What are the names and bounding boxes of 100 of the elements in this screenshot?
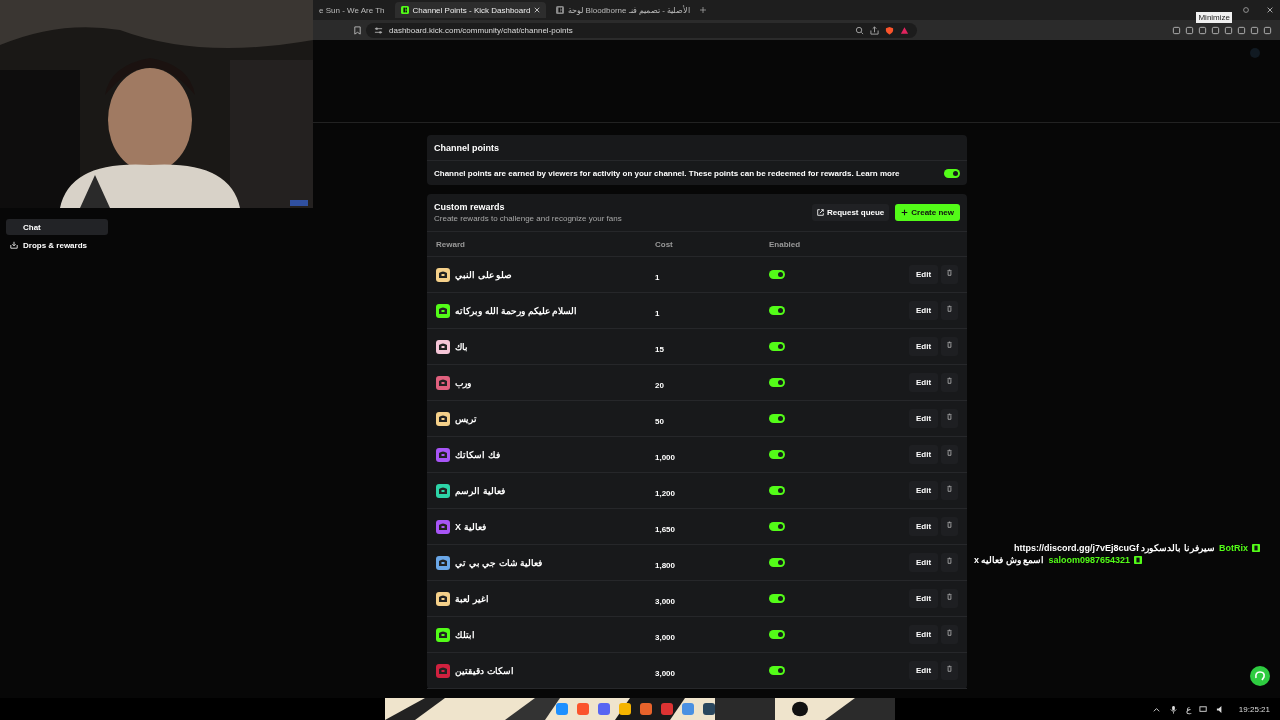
- column-header: Cost: [655, 239, 674, 249]
- reward-name: السلام عليكم ورحمة الله وبركاته: [455, 305, 577, 316]
- share-icon[interactable]: [870, 25, 879, 35]
- language-indicator[interactable]: ع: [1185, 704, 1191, 714]
- toggle-switch[interactable]: [769, 666, 785, 675]
- reward-cost: 3,000: [655, 596, 676, 606]
- chat-message: سيرفرنا بالدسكورد https://discord.gg/j7vEj8cuGf: [1013, 543, 1215, 553]
- reward-name: تريس: [455, 413, 477, 424]
- chat-username: BotRix: [1219, 543, 1248, 553]
- request-queue-button[interactable]: Request queue: [811, 204, 890, 221]
- app-icon[interactable]: [702, 702, 716, 716]
- column-header: Enabled: [769, 239, 802, 249]
- triangle-icon[interactable]: [900, 25, 909, 35]
- toggle-switch[interactable]: [769, 522, 785, 531]
- reward-name: فعالية شات جي بي تي: [455, 557, 542, 568]
- external-link-icon: [816, 209, 824, 216]
- toggle-switch[interactable]: [769, 486, 785, 495]
- delete-button[interactable]: [941, 661, 959, 680]
- delete-button[interactable]: [941, 445, 959, 464]
- clock[interactable]: 19:25:21: [1238, 704, 1270, 714]
- browser-tab[interactable]: لوحة Bloodborne الأصلية - تصميم فنـ: [550, 2, 697, 18]
- edit-button[interactable]: Edit: [909, 265, 939, 284]
- trash-icon: [946, 557, 954, 564]
- close-icon[interactable]: [1266, 6, 1274, 14]
- reward-cost: 1,000: [655, 452, 676, 462]
- edit-button[interactable]: Edit: [909, 661, 939, 680]
- delete-button[interactable]: [941, 373, 959, 392]
- sidebar-item[interactable]: Drops & rewards: [6, 237, 108, 253]
- reward-cost: 1: [655, 308, 660, 318]
- reward-cost: 1,650: [655, 524, 676, 534]
- toggle-switch[interactable]: [769, 342, 785, 351]
- column-header: Reward: [436, 239, 466, 249]
- edit-button[interactable]: Edit: [909, 445, 939, 464]
- toggle-switch[interactable]: [769, 270, 785, 279]
- delete-button[interactable]: [941, 265, 959, 284]
- edit-button[interactable]: Edit: [909, 481, 939, 500]
- edit-button[interactable]: Edit: [909, 409, 939, 428]
- reward-name: اسكات دقيقتين: [455, 665, 514, 676]
- site-info-icon[interactable]: [374, 25, 383, 35]
- browser-tab[interactable]: e Sun - We Are Th: [313, 2, 391, 18]
- close-icon[interactable]: [534, 7, 541, 13]
- delete-button[interactable]: [941, 589, 959, 608]
- chat-icon[interactable]: [1250, 666, 1270, 686]
- edit-button[interactable]: Edit: [909, 589, 939, 608]
- tooltip: Minimize: [1196, 11, 1232, 23]
- toggle-switch[interactable]: [944, 168, 960, 178]
- reward-name: اغير لعبة: [455, 593, 489, 604]
- edit-button[interactable]: Edit: [909, 337, 939, 356]
- section-title: Channel points: [434, 142, 499, 153]
- reward-name: صلو على النبي: [455, 269, 512, 280]
- toggle-switch[interactable]: [769, 450, 785, 459]
- description-text: Channel points are earned by viewers for activity on your channel. These points can be redeemed for rewards. Learn more: [434, 168, 901, 178]
- edit-button[interactable]: Edit: [909, 517, 939, 536]
- trash-icon: [946, 305, 954, 312]
- delete-button[interactable]: [941, 553, 959, 572]
- microphone-icon[interactable]: [1168, 704, 1178, 714]
- trash-icon: [946, 521, 954, 528]
- edit-button[interactable]: Edit: [909, 625, 939, 644]
- badge-icon: [1134, 556, 1142, 564]
- toggle-switch[interactable]: [769, 378, 785, 387]
- toggle-switch[interactable]: [769, 306, 785, 315]
- new-tab-icon[interactable]: [700, 7, 707, 13]
- reward-name: فعالية X: [455, 521, 486, 532]
- trash-icon: [946, 593, 954, 600]
- reward-name: فعالية الرسم: [455, 485, 505, 496]
- badge-icon: [1252, 544, 1260, 552]
- reward-cost: 50: [655, 416, 664, 426]
- section-title: Custom rewards: [434, 202, 506, 212]
- chat-username: saloom0987654321: [1048, 555, 1130, 565]
- sidebar-item[interactable]: Chat: [6, 219, 108, 235]
- toggle-switch[interactable]: [769, 414, 785, 423]
- reward-cost: 3,000: [655, 668, 676, 678]
- reward-cost: 20: [655, 380, 664, 390]
- learn-more-link[interactable]: Learn more: [855, 168, 900, 178]
- browser-tab[interactable]: Channel Points - Kick Dashboard: [394, 2, 547, 18]
- edit-button[interactable]: Edit: [909, 553, 939, 572]
- edit-button[interactable]: Edit: [909, 373, 939, 392]
- toggle-switch[interactable]: [769, 558, 785, 567]
- address-field[interactable]: dashboard.kick.com/community/chat/channel-points: [366, 22, 917, 38]
- trash-icon: [946, 485, 954, 492]
- trash-icon: [946, 449, 954, 456]
- create-new-button[interactable]: Create new: [895, 204, 960, 221]
- delete-button[interactable]: [941, 481, 959, 500]
- toggle-switch[interactable]: [769, 594, 785, 603]
- reward-name: باك: [455, 341, 468, 352]
- delete-button[interactable]: [941, 625, 959, 644]
- trash-icon: [946, 665, 954, 672]
- delete-button[interactable]: [941, 409, 959, 428]
- toggle-switch[interactable]: [769, 630, 785, 639]
- trash-icon: [946, 413, 954, 420]
- delete-button[interactable]: [941, 517, 959, 536]
- zoom-icon[interactable]: [855, 25, 864, 35]
- bookmark-icon[interactable]: [353, 25, 362, 35]
- reward-cost: 1,800: [655, 560, 676, 570]
- chat-message: اسمع وش فعاليه x: [973, 555, 1045, 565]
- reward-name: فك اسكاتك: [455, 449, 500, 460]
- app-icon[interactable]: [618, 702, 632, 716]
- delete-button[interactable]: [941, 337, 959, 356]
- edit-button[interactable]: Edit: [909, 301, 939, 320]
- delete-button[interactable]: [941, 301, 959, 320]
